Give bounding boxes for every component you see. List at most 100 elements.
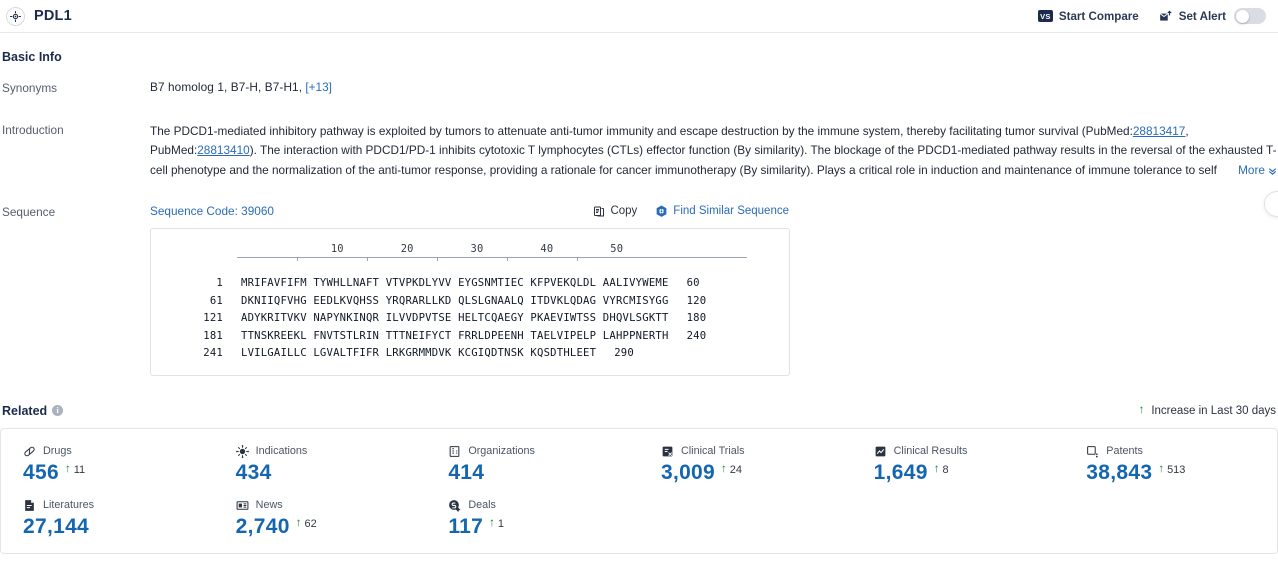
set-alert-label: Set Alert (1178, 9, 1226, 23)
metric-value-wrap: 434 (236, 461, 427, 485)
pubmed-link-1[interactable]: 28813417 (1133, 124, 1186, 138)
patent-icon (1086, 445, 1099, 458)
sequence-tools: Copy Find Similar Sequence (593, 205, 1278, 218)
synonyms-text: B7 homolog 1, B7-H, B7-H1, (150, 80, 303, 94)
related-metric-card[interactable]: Patents 38,843 ↑ 513 (1064, 445, 1277, 499)
metric-head: Literatures (23, 499, 214, 512)
synonyms-more-link[interactable]: [+13] (305, 80, 332, 94)
metric-delta: ↑ 62 (296, 515, 317, 530)
basic-info-heading: Basic Info (2, 50, 62, 64)
related-header: Related i ↑ Increase in Last 30 days (0, 404, 1278, 418)
metric-delta-value: 24 (729, 463, 743, 476)
sequence-row: Sequence Sequence Code: 39060 Copy Find … (0, 204, 1278, 376)
sequence-ruler-numbers: 10 20 30 40 50 (191, 243, 789, 256)
metric-value: 1,649 (873, 460, 928, 484)
vs-badge-icon: VS (1037, 10, 1053, 22)
sequence-line-end: 120 (686, 294, 707, 307)
introduction-row: Introduction The PDCD1-mediated inhibito… (0, 122, 1278, 180)
introduction-label: Introduction (2, 123, 64, 137)
sequence-line-end: 240 (686, 329, 707, 342)
sequence-ruler: 10 20 30 40 50 (151, 243, 789, 269)
alert-envelope-icon (1159, 10, 1173, 23)
metric-label: Organizations (468, 445, 535, 458)
literature-icon (23, 499, 36, 512)
related-metric-card[interactable]: Clinical Trials 3,009 ↑ 24 (639, 445, 852, 499)
sequence-line-residues: MRIFAVFIFM TYWHLLNAFT VTVPKDLYVV EYGSNMT… (241, 277, 669, 289)
metric-delta-value: 513 (1167, 463, 1186, 476)
increase-legend: ↑ Increase in Last 30 days (1139, 405, 1276, 417)
pubmed-link-2[interactable]: 28813410 (197, 143, 250, 157)
metric-delta: ↑ 24 (721, 461, 742, 476)
set-alert-control[interactable]: Set Alert (1159, 8, 1266, 24)
find-similar-sequence-button[interactable]: Find Similar Sequence (655, 205, 789, 218)
metric-value: 2,740 (235, 514, 290, 538)
info-icon[interactable]: i (52, 405, 64, 417)
start-compare-label: Start Compare (1058, 9, 1139, 23)
sequence-line: 181 TTNSKREEKL FNVTSTLRIN TTTNEIFYCT FRRL… (191, 328, 789, 346)
set-alert-toggle[interactable] (1234, 8, 1266, 24)
synonyms-row: Synonyms B7 homolog 1, B7-H, B7-H1, [+13… (0, 80, 1278, 95)
metric-delta: ↑ 1 (489, 515, 504, 530)
related-metric-card[interactable]: Deals 117 ↑ 1 (426, 499, 639, 553)
sequence-line-residues: TTNSKREEKL FNVTSTLRIN TTTNEIFYCT FRRLDPE… (241, 329, 669, 342)
synonyms-value: B7 homolog 1, B7-H, B7-H1, [+13] (150, 80, 1278, 95)
copy-label: Copy (610, 205, 638, 217)
related-metric-card[interactable]: Indications 434 (214, 445, 427, 499)
arrow-up-icon: ↑ (295, 516, 302, 529)
arrow-up-icon: ↑ (721, 462, 727, 475)
ruler-number: 30 (470, 243, 484, 255)
related-metrics-grid: Drugs 456 ↑ 11 Indications 434 Organizations 41… (1, 445, 1277, 553)
arrow-up-icon: ↑ (64, 462, 71, 475)
sequence-code[interactable]: Sequence Code: 39060 (150, 204, 274, 218)
metric-value-wrap: 117 ↑ 1 (448, 515, 639, 539)
metric-value-wrap: 456 ↑ 11 (23, 461, 214, 485)
chevron-double-down-icon (1267, 165, 1278, 176)
related-metric-card[interactable]: Literatures 27,144 (1, 499, 214, 553)
introduction-part-3: ). The interaction with PDCD1/PD-1 inhib… (150, 143, 1277, 177)
metric-label: Drugs (43, 445, 72, 458)
deals-icon (448, 499, 461, 512)
top-bar: PDL1 VS Start Compare Set Alert (0, 0, 1278, 33)
metric-value: 3,009 (660, 460, 716, 484)
introduction-text: The PDCD1-mediated inhibitory pathway is… (150, 122, 1278, 180)
clinical-trial-icon (661, 445, 674, 458)
metric-delta-value: 11 (73, 463, 86, 476)
related-metric-card[interactable]: Clinical Results 1,649 ↑ 8 (852, 445, 1065, 499)
virus-icon (235, 445, 249, 458)
copy-button[interactable]: Copy (593, 205, 637, 218)
synonyms-label: Synonyms (2, 81, 58, 95)
metric-value: 38,843 (1086, 460, 1153, 484)
sequence-line: 1 MRIFAVFIFM TYWHLLNAFT VTVPKDLYVV EYGSNM… (191, 275, 789, 293)
sequence-line-end: 290 (614, 347, 634, 360)
ruler-tick (576, 257, 578, 261)
metric-delta: ↑ 11 (65, 461, 85, 476)
arrow-up-icon: ↑ (489, 516, 495, 529)
metric-head: Clinical Trials (661, 445, 852, 458)
sequence-line-start: 121 (203, 312, 223, 325)
metric-value-wrap: 38,843 ↑ 513 (1086, 461, 1277, 485)
ruler-number: 50 (610, 243, 624, 255)
metric-delta: ↑ 8 (934, 461, 949, 476)
related-metric-card[interactable]: Organizations 414 (426, 445, 639, 499)
metric-value-wrap: 414 (448, 461, 639, 485)
metric-value: 456 (23, 460, 59, 484)
related-metric-card[interactable]: Drugs 456 ↑ 11 (1, 445, 214, 499)
find-similar-icon (655, 205, 668, 218)
metric-head: Drugs (23, 445, 214, 458)
metric-head: Clinical Results (874, 445, 1065, 458)
sequence-line-end: 180 (686, 312, 707, 325)
related-metric-card[interactable]: News 2,740 ↑ 62 (214, 499, 427, 553)
sequence-line: 61 DKNIIQFVHG EEDLKVQHSS YRQRARLLKD QLSLG… (191, 293, 789, 311)
start-compare-button[interactable]: VS Start Compare (1037, 9, 1139, 23)
metric-value: 27,144 (23, 514, 90, 538)
metric-head: Patents (1086, 445, 1277, 458)
find-similar-label: Find Similar Sequence (673, 205, 789, 217)
metric-head: Organizations (448, 445, 639, 458)
metric-value-wrap: 3,009 ↑ 24 (661, 461, 852, 485)
metric-value-wrap: 27,144 (23, 515, 214, 539)
sequence-line: 241 LVILGAILLC LGVALTFIFR LRKGRMMDVK KCGI… (191, 345, 789, 363)
introduction-more-button[interactable]: More (1230, 160, 1278, 180)
related-title: Related (2, 403, 48, 418)
metric-label: Indications (255, 445, 308, 458)
introduction-more-label: More (1238, 162, 1265, 177)
